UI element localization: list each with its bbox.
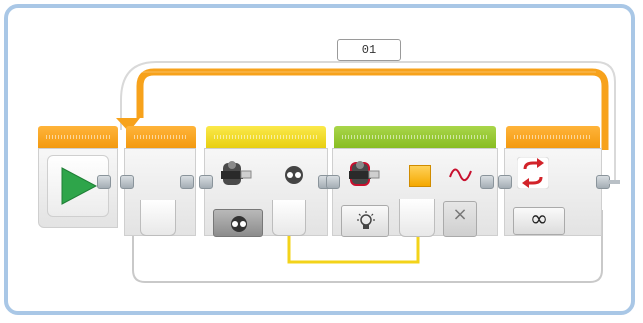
loop-end-in-plug [498,175,512,189]
color-out-plug [480,175,494,189]
wave-icon [449,168,472,182]
loop-mode-selector[interactable]: ∞ [513,207,565,235]
sequence-wire-end [608,180,620,184]
loop-start-bar [126,126,196,148]
touch-output-tab[interactable] [272,200,306,236]
color-input-tab[interactable] [399,199,435,237]
color-sensor-icon [349,161,380,186]
loop-input-tab[interactable] [140,200,176,236]
touch-state-icon [231,216,247,232]
wait-touch-in-plug [199,175,213,189]
wait-touch-block[interactable] [204,148,328,237]
loop-in-plug [120,175,134,189]
color-in-plug [326,175,340,189]
light-bulb-icon [357,211,375,229]
start-block-bar [38,126,118,148]
touch-port-selector[interactable] [213,209,263,237]
light-mode-selector[interactable] [341,205,389,237]
data-wire [287,235,420,264]
color-swatch-icon [409,165,431,187]
start-out-plug [97,175,111,189]
loop-end-bar [506,126,600,148]
loop-name-field[interactable]: 01 [337,39,401,61]
wait-touch-bar [206,126,326,148]
touch-sensor-icon [221,161,252,185]
wait-compare-field[interactable]: × [443,201,477,237]
color-block-bar [334,126,496,148]
loop-arrows-icon [517,157,549,189]
touch-state-icon [285,166,303,184]
infinity-icon: ∞ [529,207,549,232]
loop-end-block[interactable]: ∞ [504,148,602,236]
color-sensor-block[interactable]: × [332,148,498,237]
loop-out-plug [180,175,194,189]
close-icon: × [452,204,468,225]
